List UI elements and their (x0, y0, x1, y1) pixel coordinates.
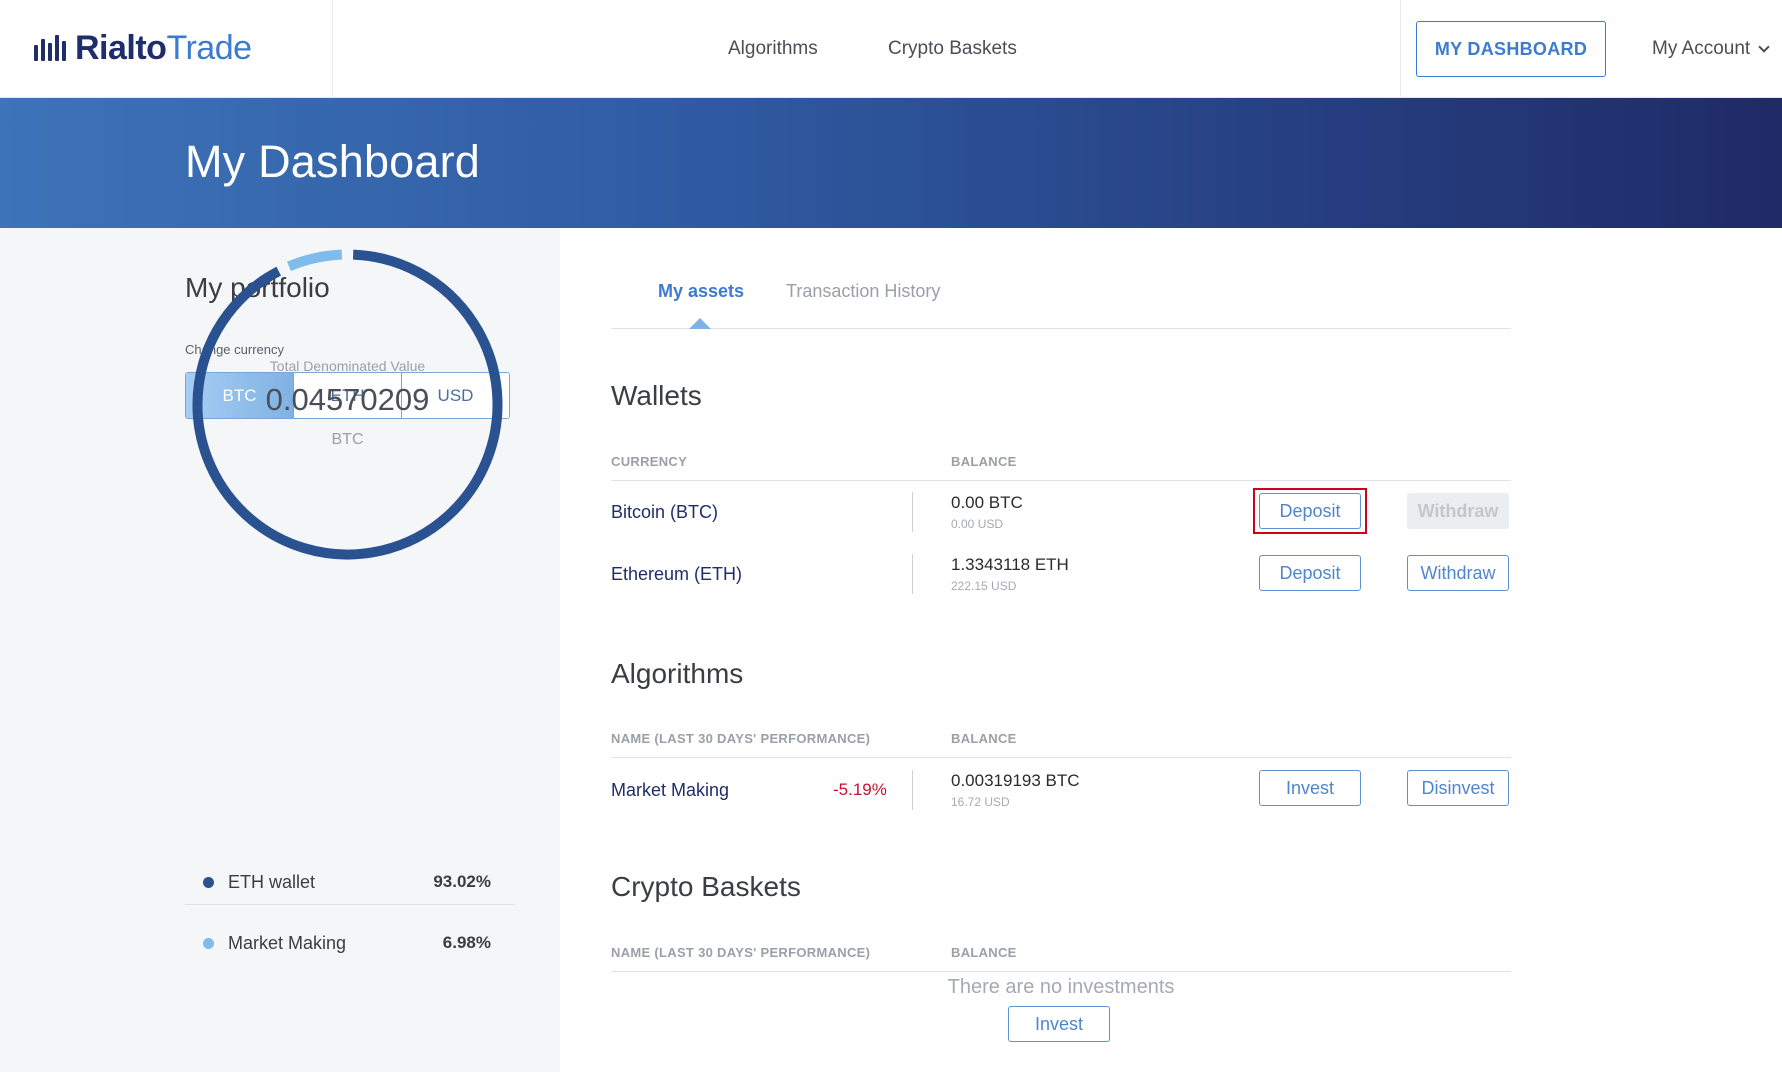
legend-item-eth-wallet: ETH wallet 93.02% (185, 862, 515, 902)
legend-label: ETH wallet (228, 871, 316, 892)
legend-label: Market Making (228, 932, 347, 953)
algorithm-balance-usd: 16.72 USD (951, 795, 1010, 809)
wallet-balance-usd-btc: 0.00 USD (951, 517, 1004, 531)
column-header-name: NAME (LAST 30 DAYS' PERFORMANCE) (611, 945, 871, 960)
legend-dot-icon (203, 876, 214, 888)
asset-tabs: My assets Transaction History (611, 277, 1511, 329)
wallet-name-btc: Bitcoin (BTC) (611, 502, 719, 522)
legend-percent: 6.98% (442, 933, 491, 952)
legend-item-market-making: Market Making 6.98% (185, 923, 515, 963)
my-account-menu[interactable]: My Account (1652, 38, 1770, 60)
column-header-currency: CURRENCY (611, 454, 688, 469)
tab-transaction-history[interactable]: Transaction History (786, 281, 940, 302)
table-divider (611, 971, 1511, 972)
algorithm-balance: 0.00319193 BTC (951, 771, 1080, 790)
algorithm-name[interactable]: Market Making (611, 780, 729, 801)
disinvest-button[interactable]: Disinvest (1407, 770, 1509, 806)
header-divider (332, 0, 333, 98)
chevron-down-icon (1758, 40, 1770, 53)
empty-state-text: There are no investments (947, 976, 1175, 998)
withdraw-btc-button[interactable]: Withdraw (1407, 493, 1509, 529)
wallet-name-eth: Ethereum (ETH) (611, 564, 743, 584)
total-value-label: Total Denominated Value (269, 358, 426, 374)
crypto-baskets-title: Crypto Baskets (611, 871, 801, 902)
brand-name-rialto: Rialto (75, 28, 167, 67)
row-divider (912, 770, 913, 810)
row-divider (912, 554, 913, 594)
table-divider (611, 757, 1511, 758)
total-value: 0.04570209 (265, 382, 430, 417)
tab-my-assets[interactable]: My assets (658, 281, 744, 302)
page-hero-banner: My Dashboard (0, 98, 1782, 228)
row-divider (912, 492, 913, 532)
column-header-balance: BALANCE (951, 945, 1017, 960)
table-divider (611, 480, 1511, 481)
legend-divider (185, 904, 515, 905)
total-value-unit: BTC (331, 431, 364, 448)
donut-center: Total Denominated Value 0.04570209 BTC (185, 242, 510, 567)
my-account-label: My Account (1652, 38, 1751, 59)
nav-algorithms[interactable]: Algorithms (728, 38, 818, 60)
brand-name: RialtoTrade (75, 29, 252, 68)
column-header-name: NAME (LAST 30 DAYS' PERFORMANCE) (611, 731, 871, 746)
brand-name-trade: Trade (166, 28, 252, 67)
legend-percent: 93.02% (433, 872, 491, 891)
legend-dot-icon (203, 937, 214, 949)
wallets-title: Wallets (611, 380, 702, 411)
wallet-balance-eth: 1.3343118 ETH (951, 555, 1069, 574)
wallet-balance-usd-eth: 222.15 USD (951, 579, 1017, 593)
header-divider (1400, 0, 1401, 98)
page-title: My Dashboard (185, 136, 481, 187)
my-dashboard-button[interactable]: MY DASHBOARD (1416, 21, 1606, 77)
top-navbar: RialtoTrade Algorithms Crypto Baskets MY… (0, 0, 1782, 98)
highlight-box (1253, 488, 1367, 534)
invest-button[interactable]: Invest (1259, 770, 1361, 806)
brand-logo[interactable]: RialtoTrade (34, 29, 252, 68)
algorithms-title: Algorithms (611, 658, 744, 689)
withdraw-eth-button[interactable]: Withdraw (1407, 555, 1509, 591)
column-header-balance: BALANCE (951, 731, 1017, 746)
active-tab-indicator (689, 318, 711, 329)
basket-invest-button[interactable]: Invest (1008, 1006, 1110, 1042)
column-header-balance: BALANCE (951, 454, 1017, 469)
wallet-balance-btc: 0.00 BTC (951, 493, 1023, 512)
nav-crypto-baskets[interactable]: Crypto Baskets (888, 38, 1017, 60)
algorithm-performance: -5.19% (833, 780, 887, 799)
deposit-eth-button[interactable]: Deposit (1259, 555, 1361, 591)
logo-bars-icon (34, 35, 66, 61)
